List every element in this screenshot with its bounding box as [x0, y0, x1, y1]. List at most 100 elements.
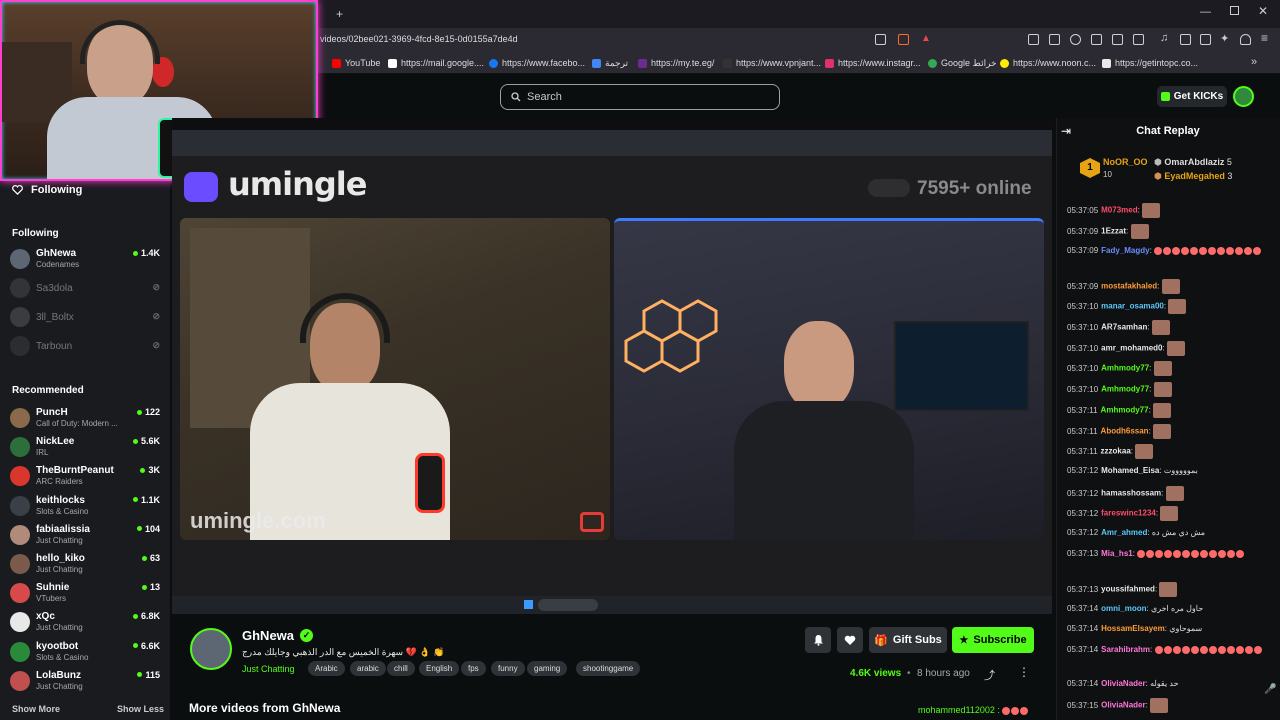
- chat-username[interactable]: youssifahmed: [1101, 585, 1155, 594]
- recommended-channel-suhnie[interactable]: Suhnie VTubers 13: [10, 580, 162, 608]
- following-channel-sa3dola[interactable]: Sa3dola ⊘: [10, 275, 162, 303]
- tag-english[interactable]: English: [419, 661, 460, 676]
- tag-gaming[interactable]: gaming: [527, 661, 568, 676]
- chat-username[interactable]: zzzokaa: [1101, 447, 1131, 456]
- chat-username[interactable]: omni_moon: [1101, 604, 1146, 613]
- streamer-name[interactable]: GhNewa ✓: [242, 628, 314, 643]
- bookmark-youtube[interactable]: YouTube: [332, 58, 380, 68]
- headphones: [80, 20, 160, 64]
- chat-username[interactable]: Amhmody77: [1101, 406, 1149, 415]
- following-channel-ghnewa[interactable]: GhNewa Codenames 1.4K: [10, 246, 162, 274]
- subscribe-button[interactable]: ★ Subscribe: [952, 627, 1034, 653]
- follow-heart-button[interactable]: [837, 627, 863, 653]
- top-gifter-name[interactable]: NoOR_OO: [1103, 157, 1148, 167]
- chat-username[interactable]: Abodh6ssan: [1101, 427, 1149, 436]
- music-icon[interactable]: ♫: [1160, 32, 1168, 44]
- new-tab-button[interactable]: +: [336, 7, 343, 21]
- chat-username[interactable]: Fady_Magdy: [1101, 246, 1149, 255]
- notification-bell-button[interactable]: [805, 627, 831, 653]
- puzzle-icon[interactable]: [1112, 34, 1123, 45]
- tag-arabic[interactable]: Arabic: [308, 661, 345, 676]
- chat-username[interactable]: OliviaNader: [1101, 701, 1145, 710]
- tag-fps[interactable]: fps: [461, 661, 486, 676]
- chat-username[interactable]: Sarahibrahm: [1101, 645, 1150, 654]
- close-window-button[interactable]: ✕: [1258, 4, 1268, 18]
- stream-category[interactable]: Just Chatting: [242, 664, 295, 674]
- mic-icon[interactable]: 🎤: [1264, 684, 1276, 695]
- chat-username[interactable]: fareswinc1234: [1101, 509, 1156, 518]
- recommended-channel-xqc[interactable]: xQc Just Chatting 6.8K: [10, 609, 162, 637]
- channel-viewers: 63: [141, 553, 160, 563]
- chat-username[interactable]: HossamElsayem: [1101, 624, 1165, 633]
- youtube-icon: [332, 58, 341, 68]
- gifter-3[interactable]: ⬢ EyadMegahed 3: [1154, 171, 1232, 182]
- chat-username[interactable]: M073med: [1101, 206, 1137, 215]
- recommended-channel-nicklee[interactable]: NickLee IRL 5.6K: [10, 434, 162, 462]
- bookmark-translate[interactable]: ترجمة: [592, 58, 628, 69]
- brave-shield-icon[interactable]: [898, 34, 909, 45]
- extension-icon-3[interactable]: [1070, 34, 1081, 45]
- chat-username[interactable]: AR7samhan: [1101, 323, 1147, 332]
- bookmark-facebook[interactable]: https://www.facebo...: [489, 58, 585, 68]
- recommended-channel-keithlocks[interactable]: keithlocks Slots & Casino 1.1K: [10, 493, 162, 521]
- menu-icon[interactable]: ≡: [1261, 31, 1268, 45]
- chat-username[interactable]: Mia_hs1: [1101, 549, 1133, 558]
- recommended-channel-hello_kiko[interactable]: hello_kiko Just Chatting 63: [10, 551, 162, 579]
- gift-subs-button[interactable]: 🎁 Gift Subs: [869, 627, 947, 653]
- channel-viewers: 6.8K: [132, 611, 160, 621]
- tag-shootinggame[interactable]: shootinggame: [576, 661, 641, 676]
- bookmark-vpnjantit[interactable]: https://www.vpnjant...: [723, 58, 821, 68]
- search-input[interactable]: Search: [500, 84, 780, 110]
- get-kicks-button[interactable]: Get KICKs: [1157, 86, 1227, 107]
- show-more-button[interactable]: Show More: [12, 704, 60, 714]
- chat-username[interactable]: Mohamed_Eisa: [1101, 466, 1159, 475]
- chat-username[interactable]: 1Ezzat: [1101, 227, 1126, 236]
- chat-username[interactable]: Amhmody77: [1101, 385, 1149, 394]
- tag-arabic[interactable]: arabic: [350, 661, 386, 676]
- bookmark-instagram[interactable]: https://www.instagr...: [825, 58, 921, 68]
- extension-icon-2[interactable]: [1049, 34, 1060, 45]
- bookmark-gmail[interactable]: https://mail.google....: [388, 58, 484, 68]
- vpn-icon[interactable]: [1240, 34, 1251, 45]
- sidebar-icon[interactable]: [1180, 34, 1191, 45]
- chat-username[interactable]: Amr_ahmed: [1101, 528, 1147, 537]
- bookmark-getintopc[interactable]: https://getintopc.co...: [1102, 58, 1198, 68]
- bookmark-maps[interactable]: Google خرائط: [928, 58, 997, 69]
- chat-username[interactable]: Amhmody77: [1101, 364, 1149, 373]
- show-less-button[interactable]: Show Less: [117, 704, 164, 714]
- maximize-button[interactable]: [1230, 6, 1239, 15]
- chat-username[interactable]: amr_mohamed0: [1101, 344, 1162, 353]
- tag-funny[interactable]: funny: [491, 661, 525, 676]
- following-channel-tarboun[interactable]: Tarboun ⊘: [10, 333, 162, 361]
- chat-username[interactable]: OliviaNader: [1101, 679, 1145, 688]
- user-avatar[interactable]: [1233, 86, 1254, 107]
- chat-username[interactable]: hamasshossam: [1101, 489, 1161, 498]
- recommended-channel-fabiaalissia[interactable]: fabiaalissia Just Chatting 104: [10, 522, 162, 550]
- extension-icon-4[interactable]: [1091, 34, 1102, 45]
- bookmark-te[interactable]: https://my.te.eg/: [638, 58, 714, 68]
- leo-icon[interactable]: ✦: [1220, 32, 1229, 45]
- recommended-channel-kyootbot[interactable]: kyootbot Slots & Casino 6.6K: [10, 639, 162, 667]
- recommended-channel-lolabunz[interactable]: LolaBunz Just Chatting 115: [10, 668, 162, 696]
- chat-username[interactable]: mostafakhaled: [1101, 282, 1157, 291]
- report-flag-icon[interactable]: [580, 512, 604, 532]
- following-channel-3ll_boltx[interactable]: 3ll_Boltx ⊘: [10, 304, 162, 332]
- more-bookmarks-icon[interactable]: »: [1251, 56, 1257, 68]
- tag-chill[interactable]: chill: [387, 661, 415, 676]
- share-icon[interactable]: ⤴: [984, 667, 995, 683]
- chat-username[interactable]: manar_osama00: [1101, 302, 1164, 311]
- minimize-button[interactable]: —: [1200, 6, 1211, 18]
- share-icon[interactable]: [875, 34, 886, 45]
- bookmark-noon[interactable]: https://www.noon.c...: [1000, 58, 1096, 68]
- recommended-channel-theburntpeanut[interactable]: TheBurntPeanut ARC Raiders 3K: [10, 463, 162, 491]
- extension-icon-1[interactable]: [1028, 34, 1039, 45]
- extension-icon-5[interactable]: [1133, 34, 1144, 45]
- streamer-avatar[interactable]: [190, 628, 232, 670]
- gifter-2[interactable]: ⬢ OmarAbdlaziz 5: [1154, 157, 1232, 168]
- more-options-icon[interactable]: ⋮: [1018, 665, 1030, 679]
- url-text[interactable]: videos/02bee021-3969-4fcd-8e15-0d0155a7d…: [320, 34, 518, 44]
- recommended-channel-punch[interactable]: PuncH Call of Duty: Modern ... 122: [10, 405, 162, 433]
- wallet-icon[interactable]: [1200, 34, 1211, 45]
- following-nav-item[interactable]: Following: [12, 184, 82, 196]
- rewards-icon[interactable]: ▲: [921, 33, 931, 44]
